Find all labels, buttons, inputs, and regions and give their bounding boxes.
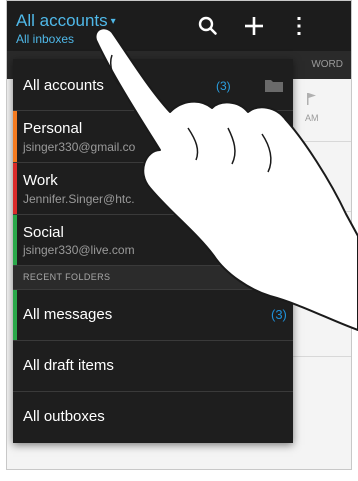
- account-color-bar: [13, 290, 17, 340]
- folder-item-all-messages[interactable]: All messages: [13, 290, 293, 341]
- folder-label: All messages: [23, 306, 113, 323]
- account-dropdown: All accounts (3) Personal jsinger330@gma…: [13, 59, 293, 443]
- folder-item-all-draft-items[interactable]: All draft items: [13, 341, 293, 392]
- account-switcher[interactable]: All accounts ▾: [16, 11, 116, 31]
- all-accounts-item[interactable]: All accounts (3): [13, 59, 293, 111]
- message-time: AM: [305, 113, 319, 123]
- folder-item-all-outboxes[interactable]: All outboxes: [13, 392, 293, 443]
- account-switcher-subtitle: All inboxes: [16, 32, 75, 46]
- background-unread-count: (3): [271, 307, 287, 322]
- recent-folders-label: RECENT FOLDERS: [23, 272, 111, 282]
- inbox-header-word: WORD: [311, 59, 343, 70]
- account-item-personal[interactable]: Personal jsinger330@gmail.co: [13, 111, 293, 163]
- account-email: jsinger330@gmail.co: [23, 140, 136, 154]
- account-email: Jennifer.Singer@htc.: [23, 192, 135, 206]
- list-divider: [287, 211, 351, 212]
- folder-icon[interactable]: [265, 78, 283, 92]
- account-item-work[interactable]: Work Jennifer.Singer@htc.: [13, 163, 293, 215]
- folder-label: All draft items: [23, 357, 114, 374]
- list-divider: [287, 356, 351, 357]
- account-color-bar: [13, 111, 17, 162]
- search-icon[interactable]: [196, 14, 220, 38]
- plus-icon[interactable]: [242, 14, 266, 38]
- account-switcher-title: All accounts: [16, 11, 108, 30]
- account-name: Work: [23, 172, 58, 189]
- action-bar: All accounts ▾ All inboxes: [7, 1, 351, 51]
- recent-folders-header: RECENT FOLDERS: [13, 266, 293, 290]
- unread-count: (3): [216, 79, 231, 93]
- flag-icon: [307, 93, 316, 105]
- account-color-bar: [13, 163, 17, 214]
- all-accounts-label: All accounts: [23, 77, 104, 94]
- account-name: Personal: [23, 120, 83, 137]
- message-time-2: 15: [303, 293, 315, 304]
- list-divider: [287, 141, 351, 142]
- account-email: jsinger330@live.com: [23, 243, 135, 257]
- overflow-menu-icon[interactable]: [287, 14, 311, 38]
- account-name: Social: [23, 224, 64, 241]
- account-color-bar: [13, 215, 17, 265]
- account-item-social[interactable]: Social jsinger330@live.com: [13, 215, 293, 266]
- email-app-window: WORD AM 15 All accounts ▾ All inboxes All…: [6, 0, 352, 470]
- chevron-down-icon: ▾: [110, 16, 116, 28]
- folder-label: All outboxes: [23, 408, 105, 425]
